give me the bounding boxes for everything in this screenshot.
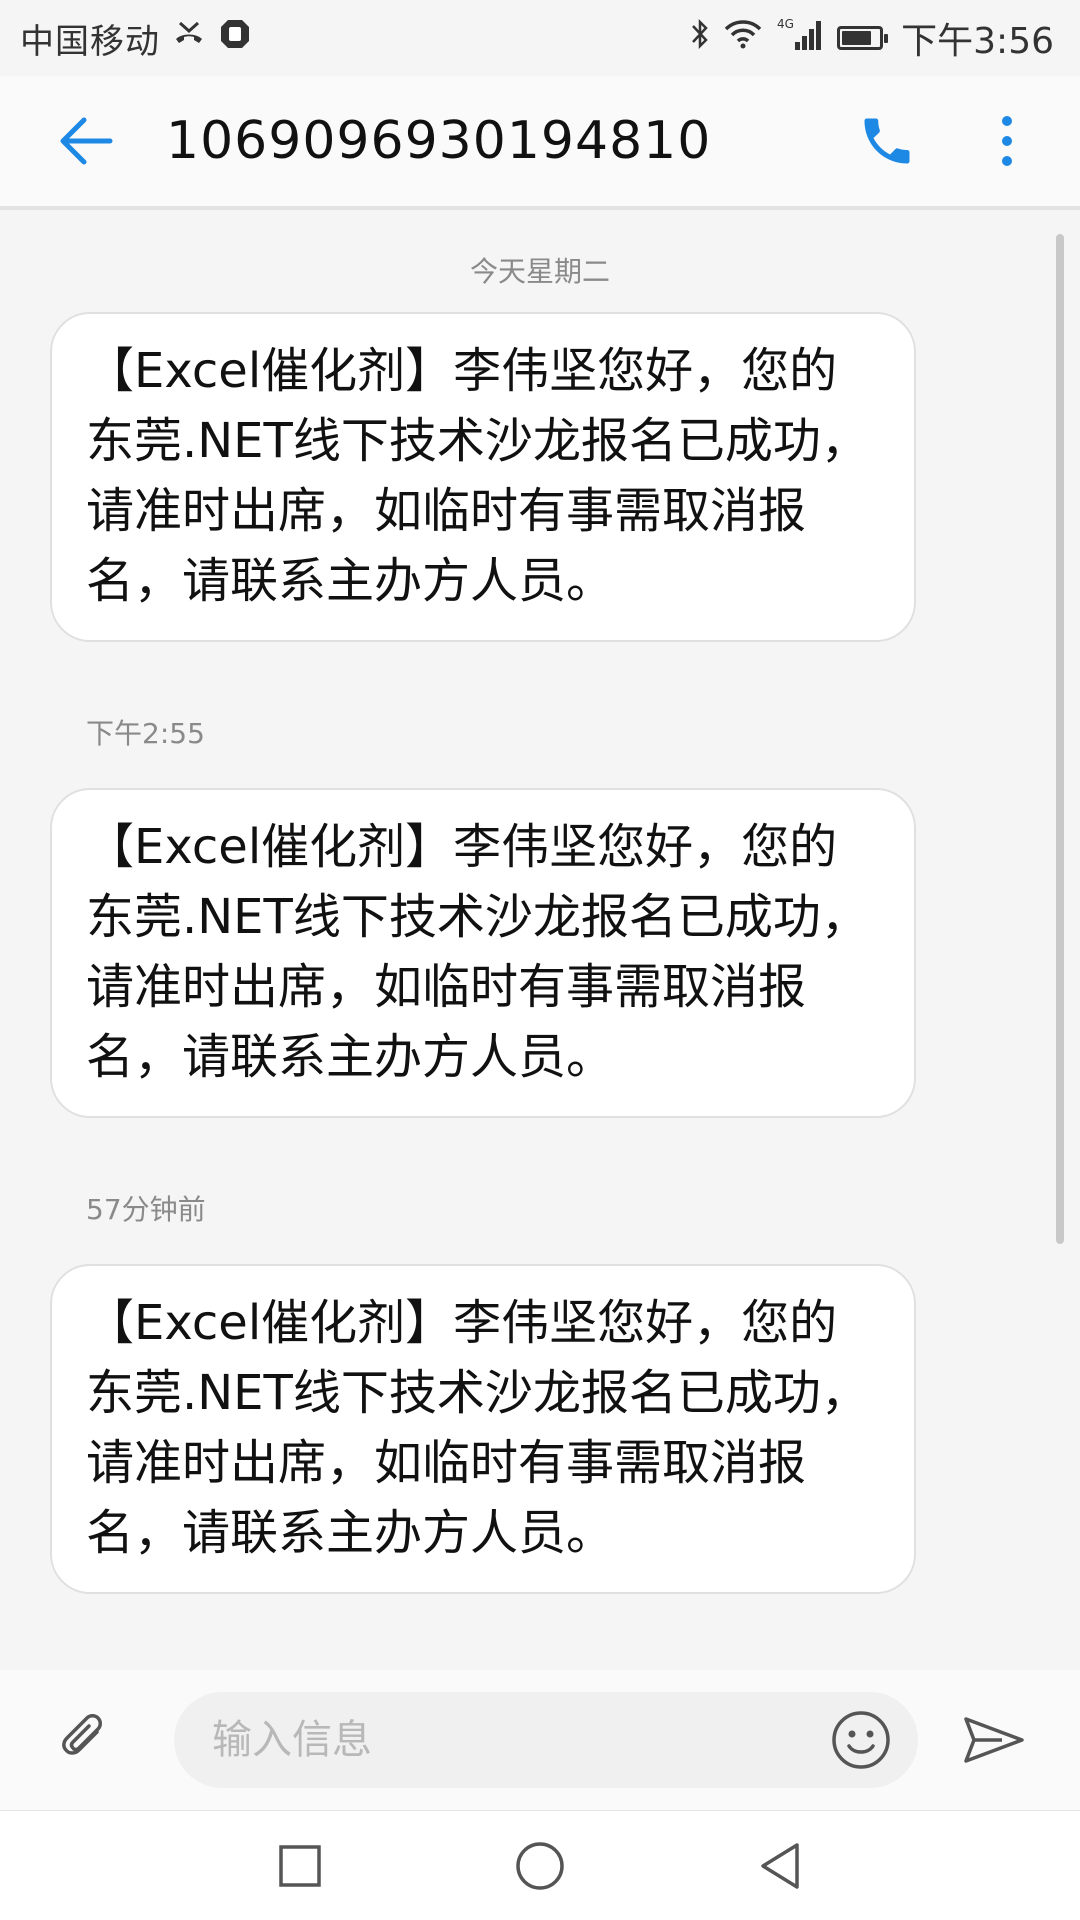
signal-icon: 4G xyxy=(775,16,825,61)
battery-level-fill xyxy=(842,31,872,45)
more-vert-icon xyxy=(1002,116,1012,166)
nav-back-button[interactable] xyxy=(740,1826,820,1906)
carrier-name: 中国移动 xyxy=(20,21,160,62)
message-time: 57分钟前 xyxy=(86,1193,206,1226)
status-bar: 中国移动 4G 下午3:56 xyxy=(0,0,1080,76)
home-circle-icon xyxy=(516,1842,564,1890)
messaging-screen: 中国移动 4G 下午3:56 1069096930194810 今天星期二 【E… xyxy=(0,0,1080,1920)
send-button[interactable] xyxy=(954,1700,1034,1780)
composer-bar xyxy=(0,1670,1080,1810)
message-bubble[interactable]: 【Excel催化剂】李伟坚您好，您的东莞.NET线下技术沙龙报名已成功，请准时出… xyxy=(50,1264,916,1594)
emoji-button[interactable] xyxy=(826,1705,896,1775)
attachment-icon xyxy=(62,1714,102,1755)
battery-icon xyxy=(837,26,889,50)
missed-call-icon xyxy=(172,17,206,60)
attach-button[interactable] xyxy=(40,1695,130,1785)
message-input[interactable] xyxy=(210,1716,826,1764)
status-time: 下午3:56 xyxy=(901,21,1054,62)
back-arrow-icon xyxy=(60,117,113,165)
recents-button[interactable] xyxy=(260,1826,340,1906)
send-icon xyxy=(964,1717,1024,1763)
more-options-button[interactable] xyxy=(962,91,1052,191)
message-time: 下午2:55 xyxy=(86,717,205,750)
app-notification-icon xyxy=(218,17,252,60)
status-bar-left: 中国移动 xyxy=(20,14,252,63)
back-triangle-icon xyxy=(761,1843,799,1889)
message-bubble[interactable]: 【Excel催化剂】李伟坚您好，您的东莞.NET线下技术沙龙报名已成功，请准时出… xyxy=(50,788,916,1118)
conversation-header: 1069096930194810 xyxy=(0,76,1080,210)
emoji-icon xyxy=(832,1711,890,1769)
message-list[interactable]: 今天星期二 【Excel催化剂】李伟坚您好，您的东莞.NET线下技术沙龙报名已成… xyxy=(0,214,1080,1670)
message-input-container[interactable] xyxy=(174,1692,918,1788)
system-nav-bar xyxy=(0,1810,1080,1920)
back-button[interactable] xyxy=(36,91,136,191)
wifi-icon xyxy=(723,18,763,58)
message-bubble[interactable]: 【Excel催化剂】李伟坚您好，您的东莞.NET线下技术沙龙报名已成功，请准时出… xyxy=(50,312,916,642)
scrollbar[interactable] xyxy=(1056,234,1064,1244)
home-button[interactable] xyxy=(500,1826,580,1906)
phone-icon xyxy=(864,118,910,164)
date-separator: 今天星期二 xyxy=(469,255,610,288)
bluetooth-icon xyxy=(689,17,711,60)
network-type-label: 4G xyxy=(777,17,794,31)
call-button[interactable] xyxy=(842,91,932,191)
status-bar-right: 4G 下午3:56 xyxy=(689,12,1054,64)
recents-square-icon xyxy=(279,1845,321,1887)
contact-number-title: 1069096930194810 xyxy=(166,111,712,171)
